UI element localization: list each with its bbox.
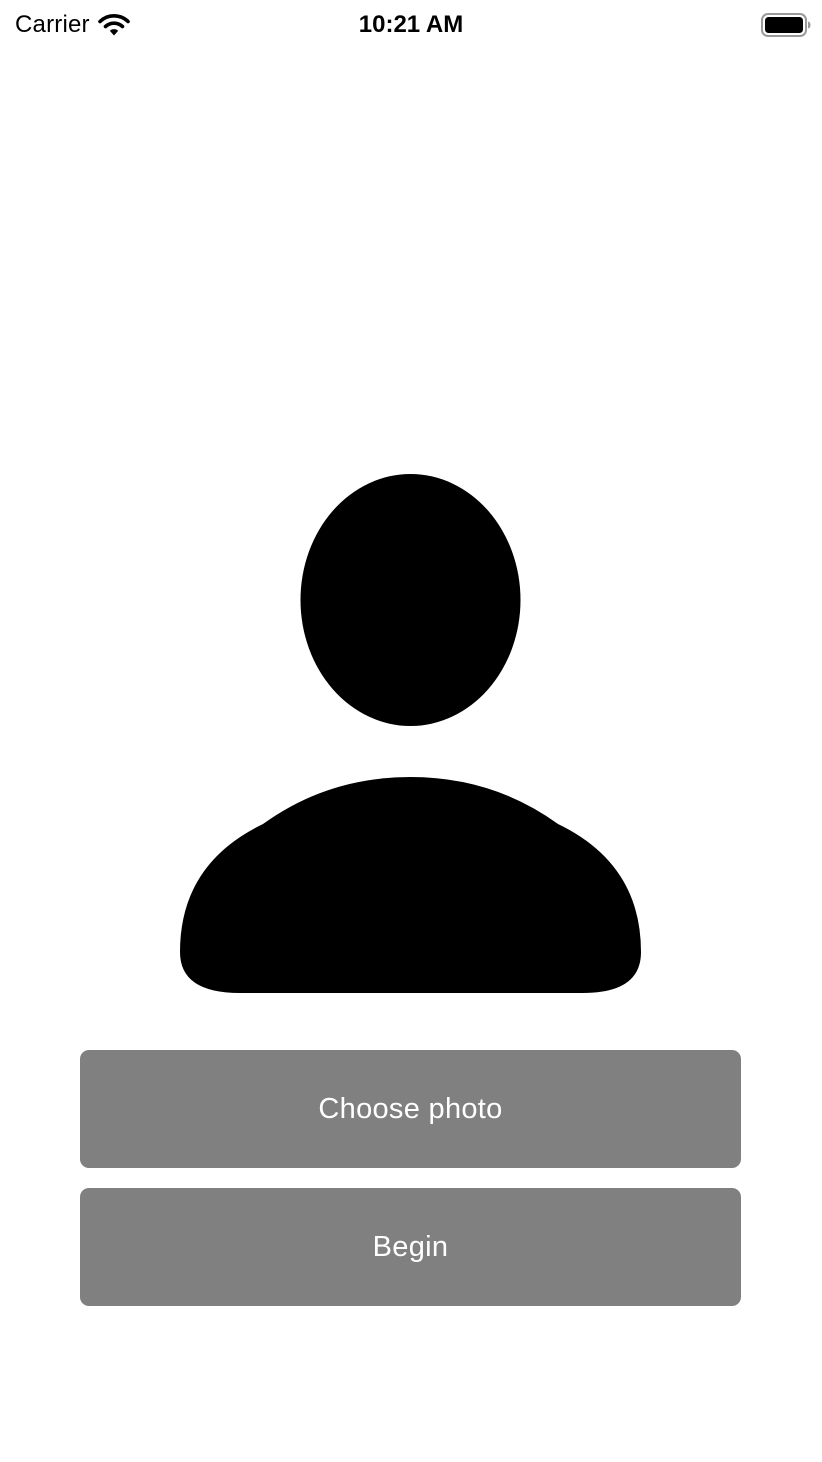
battery-full-icon — [761, 13, 811, 37]
choose-photo-button[interactable]: Choose photo — [80, 1050, 741, 1168]
avatar-body — [180, 777, 641, 993]
status-time: 10:21 AM — [358, 11, 464, 38]
person-silhouette-icon — [178, 474, 643, 994]
begin-button[interactable]: Begin — [80, 1188, 741, 1306]
avatar-head — [300, 474, 521, 726]
status-bar: Carrier 10:21 AM — [0, 0, 822, 52]
